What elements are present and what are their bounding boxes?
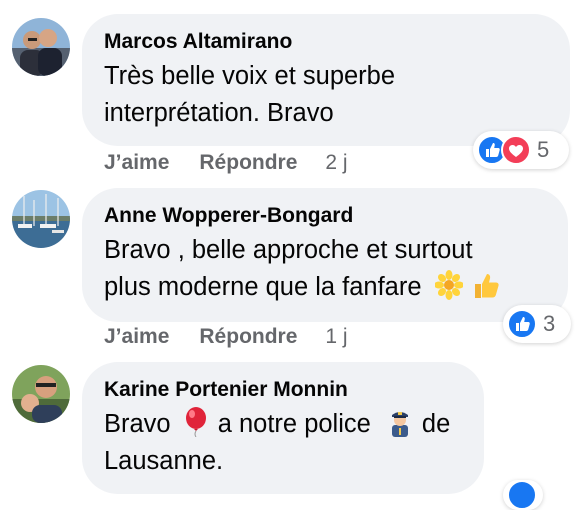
comment-bubble: Marcos Altamirano Très belle voix et sup… — [82, 14, 570, 146]
comment-text-part: Bravo — [104, 410, 171, 438]
thumbs-up-emoji — [474, 274, 499, 298]
comment-text: Bravo a notre police de Lausanne. — [104, 406, 462, 480]
balloon-emoji — [185, 407, 206, 437]
comment-text: Très belle voix et superbe interprétatio… — [104, 62, 396, 127]
comment-text-line-2: plus moderne que la fanfare — [104, 269, 546, 306]
police-officer-emoji — [391, 412, 408, 437]
reaction-summary[interactable]: 5 — [473, 131, 569, 169]
reaction-summary[interactable]: 3 — [503, 305, 571, 343]
comment-author[interactable]: Anne Wopperer-Bongard — [104, 202, 546, 230]
sunflower-emoji — [434, 270, 463, 300]
avatar-harbor-icon — [12, 190, 70, 248]
comment-author[interactable]: Karine Portenier Monnin — [104, 376, 462, 404]
comment-bubble: Anne Wopperer-Bongard Bravo , belle appr… — [82, 188, 568, 322]
comment-text: Bravo , belle approche et surtout plus m… — [104, 232, 546, 306]
avatar-photo-icon — [12, 365, 70, 423]
avatar[interactable] — [12, 18, 70, 76]
like-icon — [507, 309, 537, 339]
reply-button[interactable]: Répondre — [199, 325, 297, 349]
reaction-count: 3 — [543, 311, 556, 336]
avatar[interactable] — [12, 365, 70, 423]
avatar[interactable] — [12, 190, 70, 248]
comment-text-line: Bravo , belle approche et surtout — [104, 236, 473, 264]
comment-author[interactable]: Marcos Altamirano — [104, 28, 548, 56]
comment-text-line: Bravo a notre police de — [104, 406, 462, 443]
reaction-summary[interactable] — [503, 480, 543, 510]
comment-text-line-2: Lausanne. — [104, 447, 224, 475]
comment-text-part: plus moderne que la fanfare — [104, 273, 422, 301]
like-button[interactable]: J’aime — [104, 325, 169, 349]
reaction-count: 5 — [537, 137, 550, 162]
love-icon — [501, 135, 531, 165]
comment-text-part: a notre police — [217, 410, 371, 438]
comment-actions: J’aime Répondre 2 j — [104, 151, 348, 175]
reply-button[interactable]: Répondre — [199, 151, 297, 175]
comment-bubble: Karine Portenier Monnin Bravo a notre po… — [82, 362, 484, 494]
comment-time[interactable]: 2 j — [325, 151, 347, 175]
comment-actions: J’aime Répondre 1 j — [104, 325, 348, 349]
comment-time[interactable]: 1 j — [325, 325, 347, 349]
like-icon — [507, 480, 537, 510]
comment-text-part: de — [421, 410, 451, 438]
like-button[interactable]: J’aime — [104, 151, 169, 175]
avatar-photo-icon — [12, 18, 70, 76]
